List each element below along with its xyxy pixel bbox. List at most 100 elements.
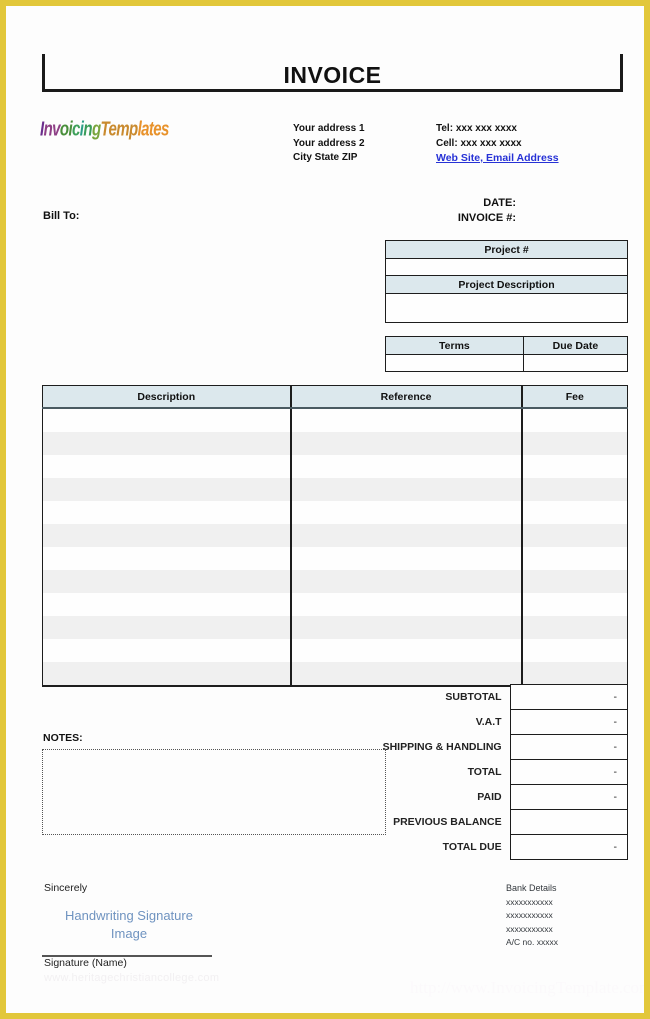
cell-reference[interactable] bbox=[289, 662, 523, 687]
column-header-description: Description bbox=[42, 385, 291, 409]
due-date-value[interactable] bbox=[522, 354, 629, 372]
table-row bbox=[42, 478, 628, 501]
address-line-1: Your address 1 bbox=[293, 123, 365, 134]
cell-fee[interactable] bbox=[520, 408, 628, 432]
cell-description[interactable] bbox=[42, 662, 291, 687]
column-header-fee: Fee bbox=[520, 385, 628, 409]
cell-reference[interactable] bbox=[289, 639, 523, 662]
totals-label: PREVIOUS BALANCE bbox=[393, 816, 502, 828]
invoice-page: INVOICE InvoicingTemplates Your address … bbox=[0, 0, 650, 1019]
table-row bbox=[42, 524, 628, 547]
bank-details-title: Bank Details bbox=[506, 883, 557, 893]
table-row bbox=[385, 293, 628, 323]
sender-contact-block: Tel: xxx xxx xxxx Cell: xxx xxx xxxx Web… bbox=[436, 122, 559, 166]
cell-description[interactable] bbox=[42, 478, 291, 501]
totals-label: PAID bbox=[477, 791, 502, 803]
cell-reference[interactable] bbox=[289, 478, 523, 501]
line-items-table: Description Reference Fee bbox=[42, 385, 628, 687]
totals-label: V.A.T bbox=[475, 716, 502, 728]
cell-reference[interactable] bbox=[289, 570, 523, 593]
cell-reference[interactable] bbox=[289, 408, 523, 432]
totals-value[interactable]: - bbox=[509, 709, 629, 735]
address-line-3: City State ZIP bbox=[293, 152, 358, 163]
totals-value[interactable]: - bbox=[509, 759, 629, 785]
cell-fee[interactable] bbox=[520, 593, 628, 616]
cell-fee[interactable] bbox=[520, 524, 628, 547]
table-row bbox=[42, 547, 628, 570]
cell-fee[interactable] bbox=[520, 616, 628, 639]
logo-segment: n bbox=[83, 118, 92, 141]
project-number-header: Project # bbox=[385, 240, 628, 259]
bank-line-3: xxxxxxxxxxx bbox=[506, 923, 553, 934]
bank-details-block: Bank Details xxxxxxxxxxx xxxxxxxxxxx xxx… bbox=[506, 882, 558, 950]
table-row bbox=[42, 593, 628, 616]
totals-table: SUBTOTAL - V.A.T - SHIPPING & HANDLING - TOTAL… bbox=[366, 684, 629, 860]
project-number-value[interactable] bbox=[385, 258, 628, 276]
table-row bbox=[42, 408, 628, 432]
handwriting-signature-image[interactable]: Handwriting Signature Image bbox=[44, 907, 214, 943]
table-row bbox=[42, 455, 628, 478]
watermark-right: http://www.InvoicingTemplate.com bbox=[410, 978, 650, 997]
cell-fee[interactable] bbox=[520, 455, 628, 478]
cell-description[interactable] bbox=[42, 455, 291, 478]
totals-label: SHIPPING & HANDLING bbox=[382, 741, 502, 753]
cell-reference[interactable] bbox=[289, 455, 523, 478]
invoice-sheet: INVOICE InvoicingTemplates Your address … bbox=[6, 6, 644, 1013]
table-row bbox=[42, 570, 628, 593]
cell-reference[interactable] bbox=[289, 432, 523, 455]
table-row bbox=[42, 432, 628, 455]
cell-reference[interactable] bbox=[289, 547, 523, 570]
cell-fee[interactable] bbox=[520, 570, 628, 593]
totals-row: V.A.T - bbox=[366, 709, 629, 735]
totals-value[interactable]: - bbox=[509, 784, 629, 810]
cell-reference[interactable] bbox=[289, 593, 523, 616]
cell-fee[interactable] bbox=[520, 501, 628, 524]
project-description-value[interactable] bbox=[385, 293, 628, 323]
cell-description[interactable] bbox=[42, 547, 291, 570]
table-row bbox=[385, 258, 628, 276]
cell-fee[interactable] bbox=[520, 662, 628, 687]
company-logo: InvoicingTemplates bbox=[40, 118, 169, 141]
totals-value[interactable]: - bbox=[509, 834, 629, 860]
bank-line-2: xxxxxxxxxxx bbox=[506, 910, 553, 920]
column-header-reference: Reference bbox=[289, 385, 523, 409]
cell-description[interactable] bbox=[42, 524, 291, 547]
cell-description[interactable] bbox=[42, 593, 291, 616]
notes-input[interactable] bbox=[42, 749, 386, 835]
cell-reference[interactable] bbox=[289, 501, 523, 524]
totals-row: PAID - bbox=[366, 784, 629, 810]
table-row bbox=[42, 501, 628, 524]
totals-label: TOTAL bbox=[467, 766, 502, 778]
cell-description[interactable] bbox=[42, 432, 291, 455]
terms-value[interactable] bbox=[385, 354, 524, 372]
notes-label: NOTES: bbox=[43, 732, 83, 744]
cell-description[interactable] bbox=[42, 408, 291, 432]
cell-description[interactable] bbox=[42, 639, 291, 662]
bill-to-label: Bill To: bbox=[43, 210, 80, 222]
cell-description[interactable] bbox=[42, 616, 291, 639]
website-email-link[interactable]: Web Site, Email Address bbox=[436, 151, 559, 166]
cell-fee[interactable] bbox=[520, 432, 628, 455]
terms-header: Terms bbox=[385, 336, 524, 355]
totals-value[interactable] bbox=[509, 809, 629, 835]
cell-fee[interactable] bbox=[520, 478, 628, 501]
cell-description[interactable] bbox=[42, 570, 291, 593]
cell-fee[interactable] bbox=[520, 547, 628, 570]
totals-value[interactable]: - bbox=[509, 734, 629, 760]
cell-description[interactable] bbox=[42, 501, 291, 524]
cell-reference[interactable] bbox=[289, 616, 523, 639]
page-title: INVOICE bbox=[283, 62, 382, 88]
signature-name-label: Signature (Name) bbox=[44, 957, 127, 969]
address-line-2: Your address 2 bbox=[293, 137, 365, 149]
signature-image-line-1: Handwriting Signature bbox=[65, 908, 193, 923]
table-header-row: Description Reference Fee bbox=[42, 385, 628, 409]
cell-reference[interactable] bbox=[289, 524, 523, 547]
cell-fee[interactable] bbox=[520, 639, 628, 662]
totals-value[interactable]: - bbox=[509, 684, 629, 710]
terms-table: Terms Due Date bbox=[385, 336, 629, 372]
due-date-header: Due Date bbox=[522, 336, 629, 355]
totals-label: SUBTOTAL bbox=[445, 691, 502, 703]
table-row: Terms Due Date bbox=[385, 336, 629, 355]
logo-segment: c bbox=[72, 118, 80, 141]
totals-row: PREVIOUS BALANCE bbox=[366, 809, 629, 835]
